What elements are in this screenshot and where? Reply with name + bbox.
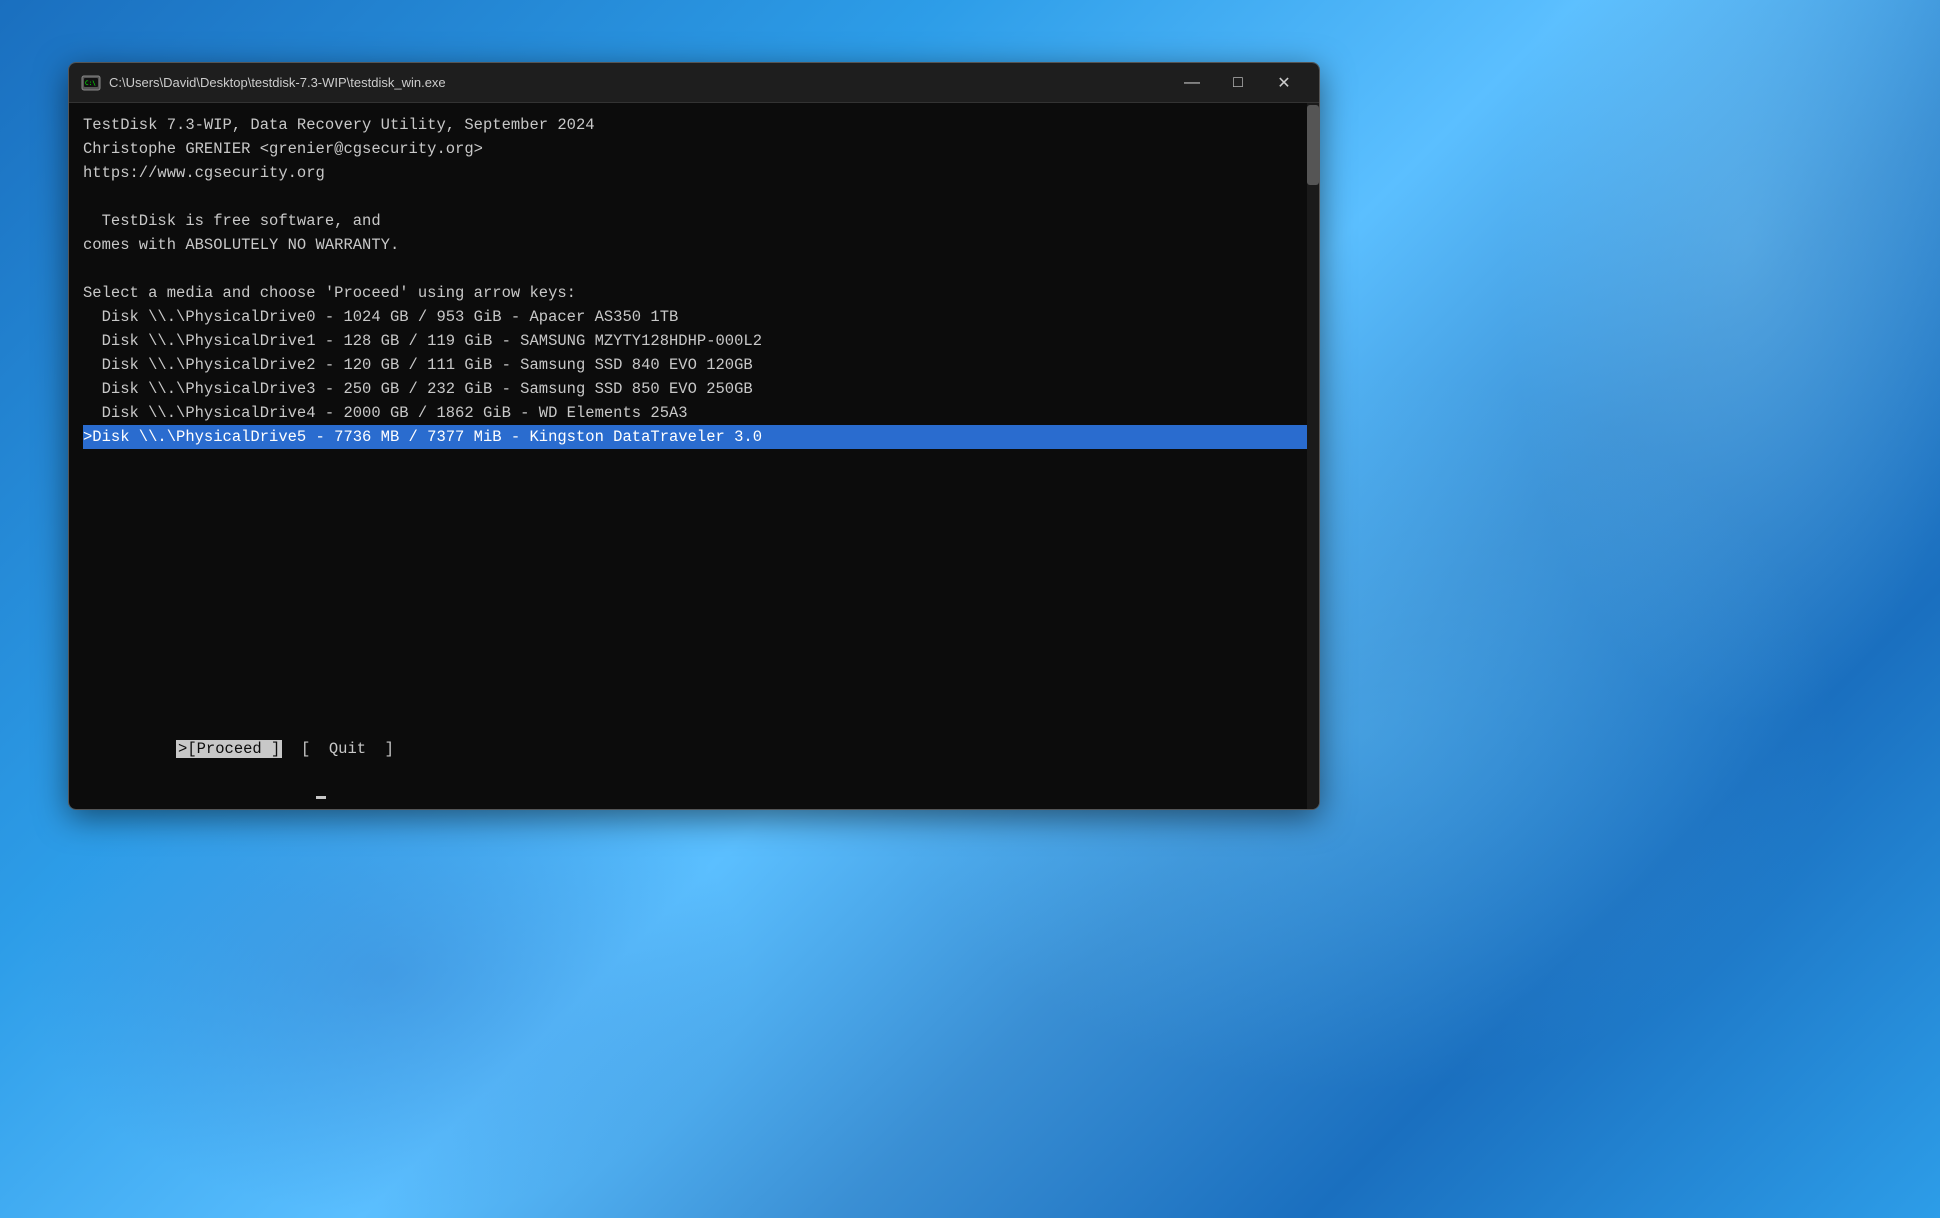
terminal-disk5-selected: >Disk \\.\PhysicalDrive5 - 7736 MB / 737… [83, 425, 1311, 449]
svg-text:C:\: C:\ [85, 80, 96, 87]
terminal-body[interactable]: TestDisk 7.3-WIP, Data Recovery Utility,… [69, 103, 1319, 809]
terminal-line-5: TestDisk is free software, and [83, 209, 1311, 233]
terminal-line-3: https://www.cgsecurity.org [83, 161, 1311, 185]
terminal-window: C:\ C:\Users\David\Desktop\testdisk-7.3-… [68, 62, 1320, 810]
window-title: C:\Users\David\Desktop\testdisk-7.3-WIP\… [109, 75, 1169, 90]
terminal-line-6: comes with ABSOLUTELY NO WARRANTY. [83, 233, 1311, 257]
terminal-empty-6 [83, 569, 1311, 593]
maximize-button[interactable]: □ [1215, 67, 1261, 99]
terminal-empty-8 [83, 617, 1311, 641]
terminal-empty-9 [83, 641, 1311, 665]
terminal-empty-3 [83, 497, 1311, 521]
terminal-disk4: Disk \\.\PhysicalDrive4 - 2000 GB / 1862… [83, 401, 1311, 425]
terminal-empty-1 [83, 449, 1311, 473]
app-icon: C:\ [81, 73, 101, 93]
terminal-line-7 [83, 257, 1311, 281]
titlebar: C:\ C:\Users\David\Desktop\testdisk-7.3-… [69, 63, 1319, 103]
terminal-action-bar: >[>[Proceed ]Proceed ] [ Quit ] [83, 713, 1311, 785]
scrollbar-thumb[interactable] [1307, 105, 1319, 185]
terminal-line-2: Christophe GRENIER <grenier@cgsecurity.o… [83, 137, 1311, 161]
cursor-line [83, 785, 1311, 809]
terminal-empty-2 [83, 473, 1311, 497]
terminal-disk2: Disk \\.\PhysicalDrive2 - 120 GB / 111 G… [83, 353, 1311, 377]
terminal-empty-10 [83, 665, 1311, 689]
terminal-empty-4 [83, 521, 1311, 545]
terminal-disk0: Disk \\.\PhysicalDrive0 - 1024 GB / 953 … [83, 305, 1311, 329]
close-button[interactable]: ✕ [1261, 67, 1307, 99]
terminal-empty-5 [83, 545, 1311, 569]
terminal-scrollbar[interactable] [1307, 103, 1319, 809]
terminal-output: TestDisk 7.3-WIP, Data Recovery Utility,… [75, 109, 1319, 809]
terminal-line-1: TestDisk 7.3-WIP, Data Recovery Utility,… [83, 113, 1311, 137]
desktop: C:\ C:\Users\David\Desktop\testdisk-7.3-… [0, 0, 1940, 1218]
terminal-empty-7 [83, 593, 1311, 617]
minimize-button[interactable]: — [1169, 67, 1215, 99]
terminal-disk1: Disk \\.\PhysicalDrive1 - 128 GB / 119 G… [83, 329, 1311, 353]
terminal-line-4 [83, 185, 1311, 209]
proceed-selected[interactable]: >[>[Proceed ]Proceed ] [176, 740, 282, 758]
window-controls: — □ ✕ [1169, 67, 1307, 99]
terminal-line-8: Select a media and choose 'Proceed' usin… [83, 281, 1311, 305]
terminal-empty-11 [83, 689, 1311, 713]
terminal-cursor [316, 796, 326, 799]
terminal-disk3: Disk \\.\PhysicalDrive3 - 250 GB / 232 G… [83, 377, 1311, 401]
